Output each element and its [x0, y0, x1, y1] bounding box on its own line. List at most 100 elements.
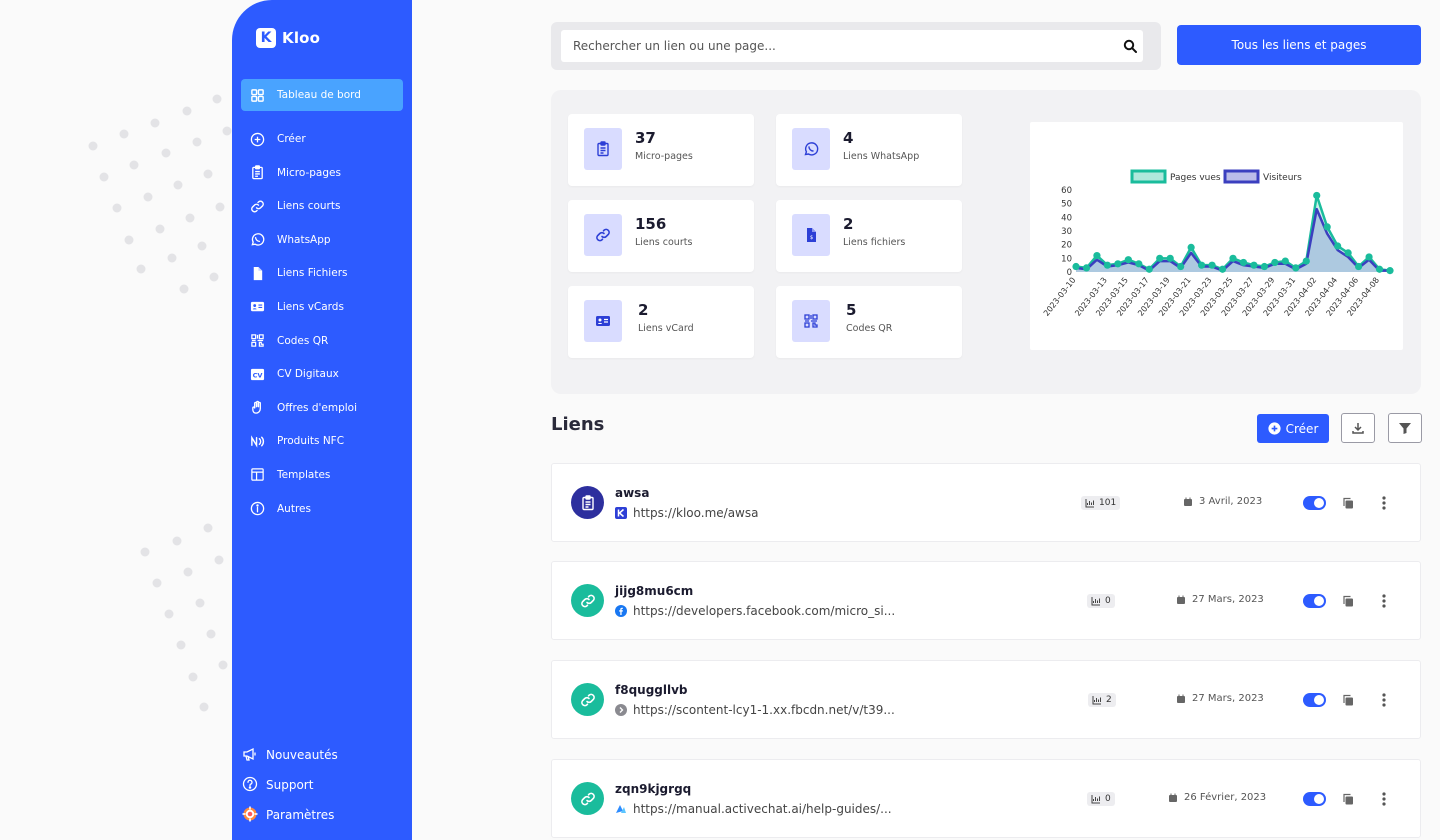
- sidebar-item-qr-codes[interactable]: Codes QR: [241, 325, 403, 357]
- link-url[interactable]: https://kloo.me/awsa: [633, 506, 758, 520]
- create-link-button[interactable]: Créer: [1257, 414, 1329, 443]
- stat-label: Liens WhatsApp: [843, 151, 920, 162]
- stat-card-whatsapp[interactable]: 4 Liens WhatsApp: [776, 114, 962, 186]
- link-active-toggle[interactable]: [1303, 594, 1326, 608]
- link-url[interactable]: https://manual.activechat.ai/help-guides…: [633, 802, 892, 816]
- clipboard-icon: [584, 128, 622, 170]
- sidebar-item-label: Liens courts: [277, 200, 341, 213]
- link-title[interactable]: awsa: [615, 486, 649, 500]
- link-icon: [571, 782, 604, 815]
- stat-card-short-links[interactable]: 156 Liens courts: [568, 200, 754, 272]
- more-options-icon[interactable]: [1378, 692, 1390, 708]
- copy-icon[interactable]: [1342, 497, 1354, 509]
- link-active-toggle[interactable]: [1303, 792, 1326, 806]
- more-options-icon[interactable]: [1378, 593, 1390, 609]
- stat-card-file-links[interactable]: $ 2 Liens fichiers: [776, 200, 962, 272]
- views-count: 101: [1099, 498, 1117, 508]
- sidebar-item-label: Templates: [277, 468, 331, 481]
- sidebar-item-short-links[interactable]: Liens courts: [241, 190, 403, 222]
- data-point: [1355, 262, 1363, 271]
- sidebar-bottom-nav: Nouveautés Support Paramètres: [242, 740, 402, 830]
- sidebar-item-job-offers[interactable]: Offres d'emploi: [241, 392, 403, 424]
- views-badge: 0: [1087, 792, 1115, 806]
- sidebar-item-label: Codes QR: [277, 334, 329, 347]
- link-url[interactable]: https://scontent-lcy1-1.xx.fbcdn.net/v/t…: [633, 703, 895, 717]
- all-links-button[interactable]: Tous les liens et pages: [1177, 25, 1421, 65]
- sidebar-item-news[interactable]: Nouveautés: [242, 740, 402, 770]
- data-point: [1365, 253, 1373, 261]
- sidebar-item-create[interactable]: Créer: [241, 123, 403, 155]
- stat-card-qr-codes[interactable]: 5 Codes QR: [776, 286, 962, 358]
- download-button[interactable]: [1341, 413, 1375, 443]
- chart-icon: [1091, 597, 1100, 606]
- filter-button[interactable]: [1388, 413, 1422, 443]
- chart-icon: [1092, 696, 1101, 705]
- stat-value: 5: [846, 301, 857, 319]
- link-title[interactable]: jijg8mu6cm: [615, 584, 693, 598]
- sidebar-item-label: Offres d'emploi: [277, 401, 358, 414]
- data-point: [1218, 265, 1227, 273]
- sidebar-item-nfc-products[interactable]: Produits NFC: [241, 425, 403, 457]
- svg-text:$: $: [810, 235, 813, 241]
- link-date: 3 Avril, 2023: [1183, 496, 1262, 507]
- stats-panel: 37 Micro-pages 4 Liens WhatsApp 156 Lien…: [551, 90, 1421, 394]
- views-count: 0: [1105, 794, 1111, 804]
- stat-label: Liens vCard: [638, 323, 694, 334]
- nfc-icon: [249, 433, 265, 449]
- link-url[interactable]: https://developers.facebook.com/micro_si…: [633, 604, 895, 618]
- sidebar-item-digital-cv[interactable]: CV CV Digitaux: [241, 358, 403, 390]
- sidebar-item-others[interactable]: Autres: [241, 493, 403, 525]
- sidebar-item-label: Paramètres: [266, 808, 335, 822]
- more-options-icon[interactable]: [1378, 791, 1390, 807]
- data-point: [1260, 262, 1268, 271]
- sidebar-item-vcards[interactable]: Liens vCards: [241, 291, 403, 323]
- file-icon: $: [792, 214, 830, 256]
- plus-circle-icon: [249, 131, 265, 147]
- y-tick-label: 10: [1061, 254, 1072, 264]
- sidebar-item-whatsapp[interactable]: WhatsApp: [241, 224, 403, 256]
- copy-icon[interactable]: [1342, 595, 1354, 607]
- sidebar-item-micro-pages[interactable]: Micro-pages: [241, 157, 403, 189]
- decorative-dots: [88, 94, 232, 712]
- sidebar-item-file-links[interactable]: Liens Fichiers: [241, 257, 403, 289]
- dashboard-icon: [249, 87, 265, 103]
- sidebar-item-support[interactable]: Support: [242, 770, 402, 800]
- copy-icon[interactable]: [1342, 793, 1354, 805]
- sidebar-item-label: Nouveautés: [266, 748, 338, 762]
- settings-icon: [242, 806, 258, 825]
- search-input[interactable]: [561, 30, 1143, 62]
- sidebar-item-settings[interactable]: Paramètres: [242, 800, 402, 830]
- link-row[interactable]: f8quggllvb https://scontent-lcy1-1.xx.fbc…: [551, 660, 1421, 739]
- link-row[interactable]: zqn9kjgrgq https://manual.activechat.ai/h…: [551, 759, 1421, 838]
- link-icon: [571, 683, 604, 716]
- copy-icon[interactable]: [1342, 694, 1354, 706]
- sidebar-item-label: CV Digitaux: [277, 368, 339, 381]
- more-options-icon[interactable]: [1378, 495, 1390, 511]
- whatsapp-icon: [249, 232, 265, 248]
- link-row[interactable]: awsa https://kloo.me/awsa 101 3 Avril, 2023: [551, 463, 1421, 542]
- template-icon: [249, 467, 265, 483]
- link-row[interactable]: jijg8mu6cm https://developers.facebook.co…: [551, 561, 1421, 640]
- link-active-toggle[interactable]: [1303, 693, 1326, 707]
- link-active-toggle[interactable]: [1303, 496, 1326, 510]
- stat-value: 156: [635, 215, 667, 233]
- stat-card-vcard[interactable]: 2 Liens vCard: [568, 286, 754, 358]
- link-url-group: https://manual.activechat.ai/help-guides…: [615, 802, 892, 816]
- link-url-group: https://scontent-lcy1-1.xx.fbcdn.net/v/t…: [615, 703, 895, 717]
- id-card-icon: [249, 299, 265, 315]
- brand-logo[interactable]: K Kloo: [256, 28, 320, 48]
- sidebar-item-label: Micro-pages: [277, 166, 341, 179]
- link-title[interactable]: zqn9kjgrgq: [615, 782, 691, 796]
- sidebar-item-dashboard[interactable]: Tableau de bord: [241, 79, 403, 111]
- stat-value: 2: [843, 215, 854, 233]
- download-icon: [1352, 423, 1364, 434]
- brand-name: Kloo: [282, 29, 321, 47]
- date-text: 27 Mars, 2023: [1192, 594, 1264, 605]
- stat-label: Codes QR: [846, 323, 893, 334]
- link-title[interactable]: f8quggllvb: [615, 683, 688, 697]
- sidebar-item-templates[interactable]: Templates: [241, 459, 403, 491]
- date-text: 3 Avril, 2023: [1199, 496, 1263, 507]
- stat-card-micro-pages[interactable]: 37 Micro-pages: [568, 114, 754, 186]
- data-point: [1229, 254, 1237, 262]
- search-icon[interactable]: [1123, 39, 1137, 53]
